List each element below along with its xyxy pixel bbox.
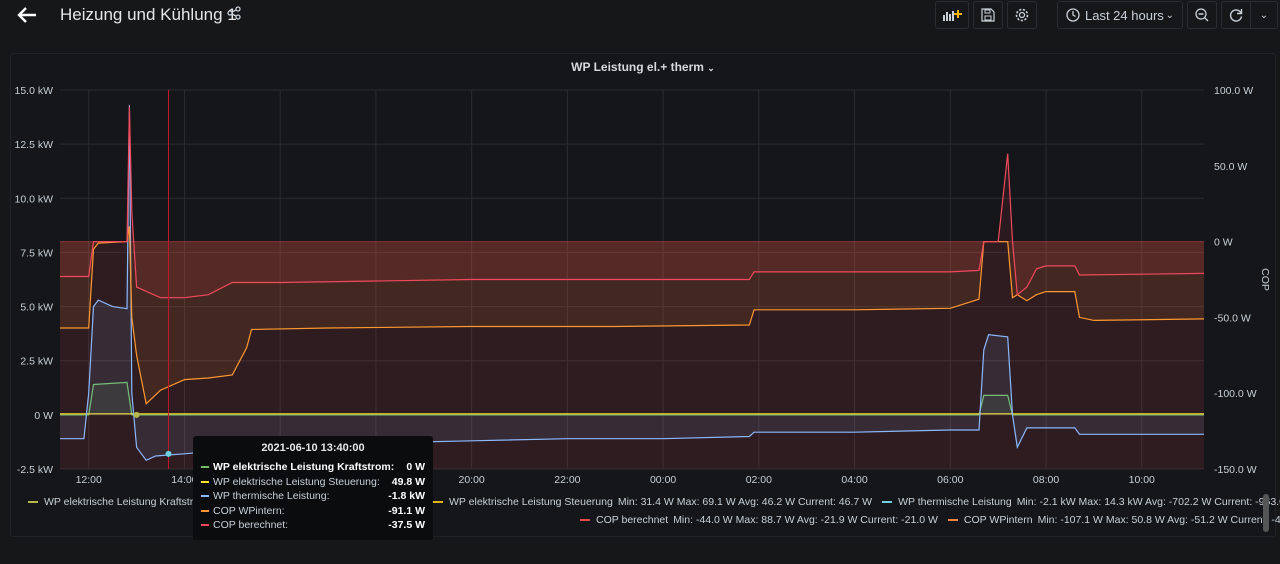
refresh-icon: [1229, 9, 1243, 22]
time-range-label: Last 24 hours: [1085, 7, 1164, 23]
legend-row-1b: WP elektrische Leistung Steuerung Min: 3…: [433, 496, 1280, 508]
tooltip-series-value: 0 W: [406, 461, 425, 474]
tooltip-row: WP thermische Leistung: -1.8 kW: [201, 489, 425, 504]
panel-title[interactable]: WP Leistung el.+ therm ⌄: [11, 60, 1275, 74]
tooltip-row: WP elektrische Leistung Kraftstrom: 0 W: [201, 460, 425, 475]
add-panel-icon: [943, 10, 962, 21]
clock-icon: [1066, 8, 1080, 22]
legend-swatch: [28, 501, 38, 503]
tooltip-swatch: [201, 466, 209, 469]
legend-swatch: [947, 519, 958, 521]
dashboard-settings-button[interactable]: [1007, 1, 1037, 29]
tooltip-series-name: COP berechnet:: [213, 519, 289, 532]
share-icon[interactable]: [227, 6, 243, 22]
dashboard-title[interactable]: Heizung und Kühlung 1: [60, 5, 237, 25]
gear-icon: [1015, 8, 1029, 22]
tooltip-series-value: -1.8 kW: [388, 490, 425, 503]
tooltip-row: COP WPintern: -91.1 W: [201, 504, 425, 519]
legend-swatch: [433, 501, 443, 503]
time-range-picker[interactable]: Last 24 hours ⌄: [1057, 1, 1183, 29]
back-arrow-icon[interactable]: [16, 4, 40, 28]
save-dashboard-button[interactable]: [973, 1, 1003, 29]
tooltip-series-name: WP thermische Leistung:: [213, 490, 330, 503]
refresh-button[interactable]: [1221, 1, 1251, 29]
legend-swatch: [882, 501, 893, 503]
tooltip-series-value: -91.1 W: [388, 504, 425, 517]
tooltip-series-value: -37.5 W: [388, 519, 425, 532]
tooltip-series-name: WP elektrische Leistung Kraftstrom:: [213, 461, 395, 474]
legend-stats-cop-berechnet: Min: -44.0 W Max: 88.7 W Avg: -21.9 W Cu…: [673, 514, 938, 526]
chevron-down-icon: ⌄: [707, 63, 715, 73]
legend-item-cop-wpintern[interactable]: COP WPintern: [964, 514, 1033, 526]
legend-scrollbar[interactable]: [1263, 494, 1269, 532]
legend-stats-cop-wpintern: Min: -107.1 W Max: 50.8 W Avg: -51.2 W C…: [1037, 514, 1280, 526]
legend-item-kraftstrom[interactable]: WP elektrische Leistung Kraftstrom: [44, 496, 208, 508]
legend-swatch: [580, 519, 590, 521]
legend-stats-steuerung: Min: 31.4 W Max: 69.1 W Avg: 46.2 W Curr…: [617, 496, 873, 508]
tooltip-swatch: [201, 495, 209, 498]
refresh-interval-dropdown[interactable]: ⌄: [1250, 1, 1278, 29]
tooltip-series-name: COP WPintern:: [213, 504, 285, 517]
legend-stats-thermisch: Min: -2.1 kW Max: 14.3 kW Avg: -702.2 W …: [1016, 496, 1280, 508]
tooltip-series-value: 49.8 W: [391, 475, 425, 488]
tooltip-swatch: [201, 509, 209, 512]
zoom-out-icon: [1195, 8, 1209, 22]
tooltip-swatch: [201, 524, 209, 527]
zoom-out-button[interactable]: [1187, 1, 1217, 29]
tooltip-series-name: WP elektrische Leistung Steuerung:: [213, 475, 380, 488]
add-panel-button[interactable]: [935, 1, 969, 29]
tooltip-row: COP berechnet: -37.5 W: [201, 518, 425, 533]
tooltip-swatch: [201, 480, 209, 483]
legend-row-1: WP elektrische Leistung Kraftstrom: [28, 496, 208, 508]
tooltip-time: 2021-06-10 13:40:00: [261, 442, 365, 454]
chevron-down-icon: ⌄: [1259, 9, 1269, 21]
chevron-down-icon: ⌄: [1165, 9, 1174, 21]
legend-item-steuerung[interactable]: WP elektrische Leistung Steuerung: [449, 496, 613, 508]
legend-item-thermisch[interactable]: WP thermische Leistung: [898, 496, 1012, 508]
graph-tooltip: 2021-06-10 13:40:00 WP elektrische Leist…: [193, 436, 433, 540]
save-icon: [981, 8, 995, 22]
legend-item-cop-berechnet[interactable]: COP berechnet: [596, 514, 668, 526]
tooltip-row: WP elektrische Leistung Steuerung: 49.8 W: [201, 475, 425, 490]
legend-row-2: COP berechnet Min: -44.0 W Max: 88.7 W A…: [580, 514, 1280, 526]
dashboard-navbar: Heizung und Kühlung 1 Last 24 hours ⌄ ⌄: [0, 0, 1280, 32]
